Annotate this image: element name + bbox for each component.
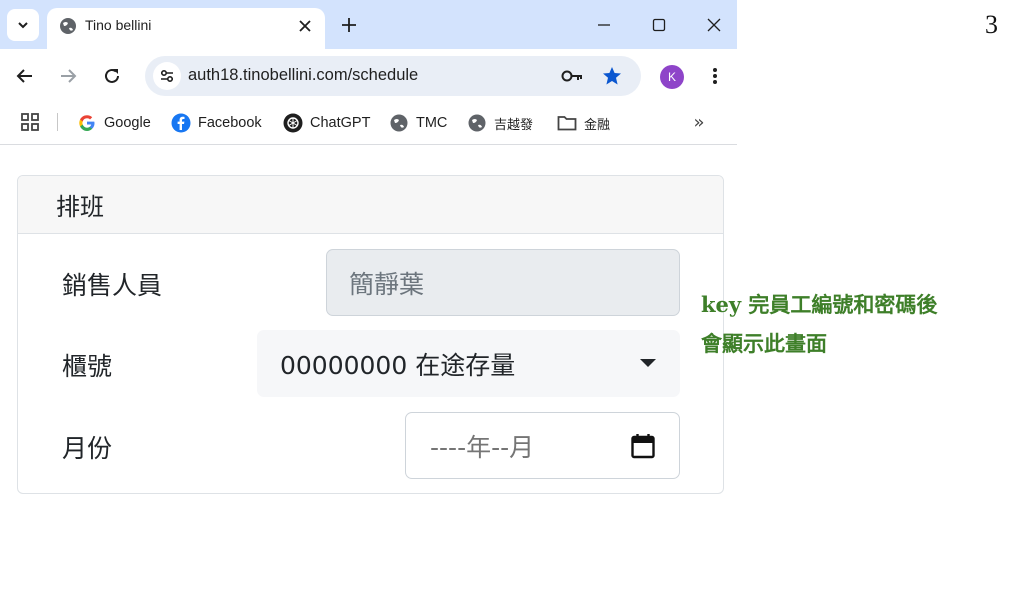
maximize-icon — [652, 18, 666, 32]
bookmarks-overflow-button[interactable]: » — [688, 111, 710, 133]
folder-icon — [557, 113, 577, 133]
chatgpt-icon — [283, 113, 303, 133]
bookmark-label: TMC — [416, 115, 448, 131]
counter-select[interactable]: 00000000 在途存量 — [257, 330, 680, 397]
minimize-icon — [598, 24, 610, 26]
annotation-line-1: key 完員工編號和密碼後 — [701, 292, 938, 317]
bookmark-tmc[interactable]: TMC — [389, 111, 447, 135]
browser-menu-button[interactable] — [703, 64, 727, 88]
forward-button[interactable] — [56, 64, 80, 88]
card-title: 排班 — [56, 193, 104, 221]
browser-window: Tino bellini auth18.tinobellini.com/sche… — [0, 0, 737, 146]
facebook-icon — [171, 113, 191, 133]
site-info-button[interactable] — [153, 62, 181, 90]
arrow-right-icon — [61, 69, 77, 83]
annotation-note: key 完員工編號和密碼後 會顯示此畫面 — [701, 285, 1001, 363]
star-icon — [603, 67, 621, 85]
url-text: auth18.tinobellini.com/schedule — [188, 66, 419, 84]
tab-close-button[interactable] — [295, 16, 315, 36]
bookmark-label: 金融 — [584, 116, 611, 132]
plus-icon — [342, 18, 356, 32]
annotation-line-2: 會顯示此畫面 — [701, 331, 827, 356]
tab-search-button[interactable] — [7, 9, 39, 41]
browser-toolbar: auth18.tinobellini.com/schedule K — [0, 49, 737, 103]
globe-icon — [60, 18, 76, 34]
apps-grid-icon[interactable] — [20, 112, 40, 132]
schedule-card: 排班 銷售人員 簡靜葉 櫃號 00000000 在途存量 月份 ----年--月 — [17, 175, 724, 494]
page-number: 3 — [985, 10, 998, 39]
bookmarks-bar: Google Facebook ChatGPT TMC 吉越發 金融 » — [0, 103, 737, 145]
salesperson-value: 簡靜葉 — [349, 269, 425, 299]
month-label: 月份 — [62, 434, 113, 463]
double-chevron-right-icon: » — [693, 111, 705, 133]
chevron-down-icon — [18, 22, 28, 29]
key-icon — [561, 70, 582, 82]
bookmark-google[interactable]: Google — [77, 111, 151, 135]
caret-down-icon — [640, 359, 656, 367]
bookmark-label: Google — [104, 115, 151, 131]
close-icon — [707, 18, 721, 32]
bookmark-folder-finance[interactable]: 金融 — [557, 111, 610, 135]
month-placeholder: ----年--月 — [430, 432, 535, 462]
bookmark-label: 吉越發 — [494, 116, 534, 132]
reload-icon — [105, 68, 119, 83]
globe-icon — [467, 113, 487, 133]
bookmark-facebook[interactable]: Facebook — [171, 111, 262, 135]
bookmark-jiyuefa[interactable]: 吉越發 — [467, 111, 533, 135]
calendar-icon[interactable] — [631, 433, 655, 459]
tab-title: Tino bellini — [85, 17, 152, 33]
address-bar[interactable]: auth18.tinobellini.com/schedule — [145, 56, 641, 96]
counter-selected-value: 00000000 在途存量 — [280, 350, 516, 380]
bookmark-label: ChatGPT — [310, 115, 371, 131]
reload-button[interactable] — [100, 64, 124, 88]
salesperson-input: 簡靜葉 — [326, 249, 680, 316]
password-key-button[interactable] — [561, 65, 583, 87]
globe-icon — [389, 113, 409, 133]
month-input[interactable]: ----年--月 — [405, 412, 680, 479]
card-header: 排班 — [18, 176, 723, 234]
tune-icon — [160, 69, 174, 83]
salesperson-label: 銷售人員 — [62, 271, 163, 300]
close-icon — [299, 20, 311, 32]
bookmark-label: Facebook — [198, 115, 262, 131]
new-tab-button[interactable] — [338, 14, 360, 36]
minimize-button[interactable] — [591, 12, 617, 38]
bookmark-chatgpt[interactable]: ChatGPT — [283, 111, 370, 135]
window-close-button[interactable] — [701, 12, 727, 38]
bookmark-star-button[interactable] — [601, 65, 623, 87]
maximize-button[interactable] — [646, 12, 672, 38]
browser-tab[interactable]: Tino bellini — [47, 8, 325, 49]
arrow-left-icon — [16, 69, 32, 83]
bookmarks-divider — [57, 113, 58, 131]
google-icon — [77, 113, 97, 133]
back-button[interactable] — [13, 64, 37, 88]
tab-strip: Tino bellini — [0, 0, 737, 49]
more-vert-icon — [713, 68, 717, 84]
counter-label: 櫃號 — [62, 352, 113, 381]
profile-avatar[interactable]: K — [660, 65, 684, 89]
